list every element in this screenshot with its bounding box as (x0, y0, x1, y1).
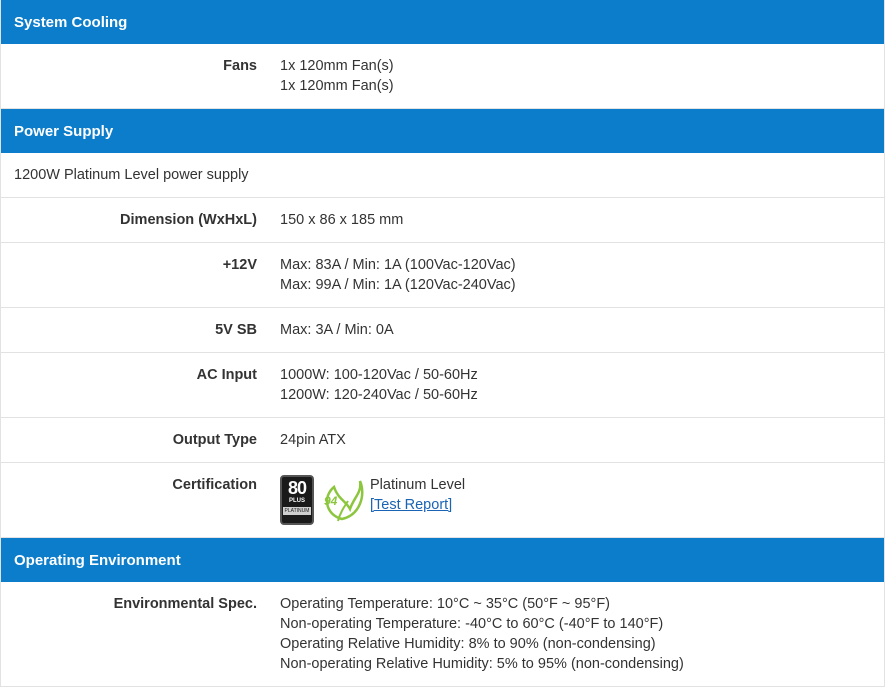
spec-row-ac-input: AC Input 1000W: 100-120Vac / 50-60Hz 120… (0, 352, 885, 418)
spec-value: Operating Temperature: 10°C ~ 35°C (50°F… (277, 582, 885, 687)
spec-label: 5V SB (0, 307, 277, 353)
value-line: 1200W: 120-240Vac / 50-60Hz (280, 387, 478, 403)
psu-description: 1200W Platinum Level power supply (0, 153, 885, 198)
certification-block: 80 PLUS PLATINUM 94 Platinum Level [Test… (280, 475, 874, 525)
spec-label: Environmental Spec. (0, 582, 277, 687)
value-line: Max: 83A / Min: 1A (100Vac-120Vac) (280, 257, 516, 273)
spec-label: Dimension (WxHxL) (0, 197, 277, 243)
value-line: Operating Relative Humidity: 8% to 90% (… (280, 636, 656, 652)
value-line: Non-operating Temperature: -40°C to 60°C… (280, 616, 664, 632)
badge-tier: PLATINUM (283, 507, 311, 515)
spec-label: Fans (0, 44, 277, 109)
value-line: 1x 120mm Fan(s) (280, 78, 394, 94)
spec-value: 1000W: 100-120Vac / 50-60Hz 1200W: 120-2… (277, 352, 885, 418)
eco-leaf-icon: 94 (324, 480, 364, 522)
spec-value: 150 x 86 x 185 mm (277, 197, 885, 243)
spec-value: Max: 83A / Min: 1A (100Vac-120Vac) Max: … (277, 242, 885, 308)
80-plus-platinum-badge-icon: 80 PLUS PLATINUM (280, 475, 314, 525)
value-line: Operating Temperature: 10°C ~ 35°C (50°F… (280, 596, 611, 612)
spec-label: +12V (0, 242, 277, 308)
spec-row-5vsb: 5V SB Max: 3A / Min: 0A (0, 307, 885, 353)
certification-text: Platinum Level [Test Report] (370, 475, 465, 515)
spec-row-certification: Certification 80 PLUS PLATINUM 94 Platin… (0, 462, 885, 538)
badge-plus: PLUS (288, 498, 305, 504)
eco-number: 94 (324, 494, 338, 508)
spec-value: 24pin ATX (277, 417, 885, 463)
spec-row-environmental: Environmental Spec. Operating Temperatur… (0, 582, 885, 687)
section-header-power-supply: Power Supply (0, 108, 885, 153)
cert-level: Platinum Level (370, 477, 466, 493)
spec-value: 1x 120mm Fan(s) 1x 120mm Fan(s) (277, 44, 885, 109)
value-line: 1x 120mm Fan(s) (280, 58, 394, 74)
value-line: 1000W: 100-120Vac / 50-60Hz (280, 367, 478, 383)
value-line: Non-operating Relative Humidity: 5% to 9… (280, 656, 684, 672)
spec-row-description: 1200W Platinum Level power supply (0, 153, 885, 198)
section-title: Operating Environment (0, 537, 885, 582)
section-title: System Cooling (0, 0, 885, 44)
spec-value: 80 PLUS PLATINUM 94 Platinum Level [Test… (277, 462, 885, 538)
spec-label: AC Input (0, 352, 277, 418)
spec-label: Certification (0, 462, 277, 538)
spec-row-dimension: Dimension (WxHxL) 150 x 86 x 185 mm (0, 197, 885, 243)
value-line: 24pin ATX (280, 432, 346, 448)
value-line: Max: 99A / Min: 1A (120Vac-240Vac) (280, 277, 516, 293)
spec-value: Max: 3A / Min: 0A (277, 307, 885, 353)
section-title: Power Supply (0, 108, 885, 153)
spec-row-output-type: Output Type 24pin ATX (0, 417, 885, 463)
value-line: Max: 3A / Min: 0A (280, 322, 394, 338)
section-header-system-cooling: System Cooling (0, 0, 885, 44)
spec-row-fans: Fans 1x 120mm Fan(s) 1x 120mm Fan(s) (0, 44, 885, 109)
section-header-operating-environment: Operating Environment (0, 537, 885, 582)
value-line: 150 x 86 x 185 mm (280, 212, 404, 228)
spec-label: Output Type (0, 417, 277, 463)
test-report-link[interactable]: [Test Report] (370, 495, 465, 515)
badge-number: 80 (287, 478, 307, 498)
spec-table: System Cooling Fans 1x 120mm Fan(s) 1x 1… (0, 0, 885, 687)
spec-row-12v: +12V Max: 83A / Min: 1A (100Vac-120Vac) … (0, 242, 885, 308)
